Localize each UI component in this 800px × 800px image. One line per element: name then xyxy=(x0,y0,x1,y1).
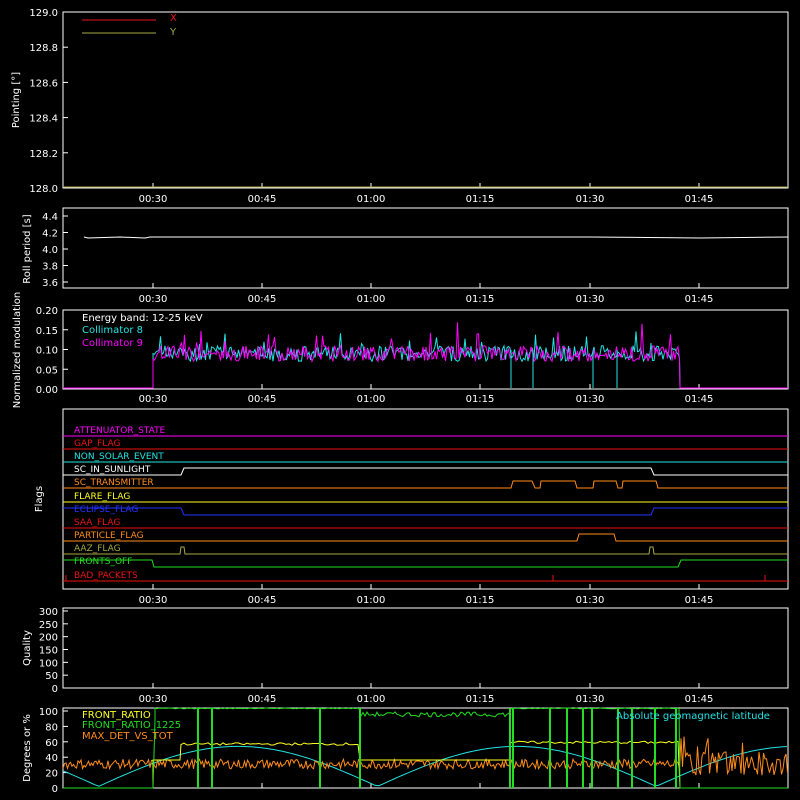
x-tick-label: 01:45 xyxy=(685,394,714,405)
y-tick-label: 0 xyxy=(52,684,58,695)
y-tick-label: 129.0 xyxy=(29,8,58,19)
x-tick-label: 00:45 xyxy=(248,194,277,205)
legend-collimator9: Collimator 9 xyxy=(82,338,143,349)
y-tick-label: 40 xyxy=(45,753,58,764)
x-tick-label: 00:30 xyxy=(139,595,168,606)
y-tick-label: 0.15 xyxy=(36,326,58,337)
flags-ylabel: Flags xyxy=(34,486,45,512)
y-tick-label: 60 xyxy=(45,738,58,749)
x-tick-label: 00:30 xyxy=(139,194,168,205)
flag-label: NON_SOLAR_EVENT xyxy=(74,452,164,462)
x-tick-label: 01:15 xyxy=(466,194,495,205)
y-tick-label: 250 xyxy=(39,620,58,631)
x-tick-label: 00:45 xyxy=(248,595,277,606)
x-tick-label: 01:45 xyxy=(685,694,714,705)
y-tick-label: 128.2 xyxy=(29,149,58,160)
x-tick-label: 00:30 xyxy=(139,694,168,705)
x-tick-label: 00:45 xyxy=(248,394,277,405)
x-tick-label: 01:45 xyxy=(685,294,714,305)
x-tick-label: 01:15 xyxy=(466,394,495,405)
y-tick-label: 3.6 xyxy=(42,278,58,289)
y-tick-label: 0.20 xyxy=(36,306,58,317)
x-tick-label: 00:45 xyxy=(248,294,277,305)
x-tick-label: 01:00 xyxy=(357,194,386,205)
x-tick-label: 01:45 xyxy=(685,194,714,205)
legend-collimator8: Collimator 8 xyxy=(82,325,143,336)
x-tick-label: 00:45 xyxy=(248,694,277,705)
flag-label: SC_IN_SUNLIGHT xyxy=(74,465,151,475)
y-tick-label: 128.0 xyxy=(29,184,58,195)
pointing-ylabel: Pointing [°] xyxy=(11,72,22,128)
x-tick-label: 00:30 xyxy=(139,394,168,405)
legend-max-det: MAX_DET_VS_TOT xyxy=(82,731,174,742)
x-tick-label: 01:30 xyxy=(576,294,605,305)
y-tick-label: 0.05 xyxy=(36,365,58,376)
x-tick-label: 01:00 xyxy=(357,394,386,405)
y-tick-label: 100 xyxy=(39,658,58,669)
x-tick-label: 01:45 xyxy=(685,595,714,606)
flag-label: FRONTS_OFF xyxy=(74,557,132,567)
legend-y-label: Y xyxy=(169,27,177,38)
quality-ylabel: Quality xyxy=(22,630,33,666)
x-tick-label: 01:30 xyxy=(576,394,605,405)
x-tick-label: 01:30 xyxy=(576,194,605,205)
flag-label: FLARE_FLAG xyxy=(74,492,130,502)
x-tick-label: 01:15 xyxy=(466,694,495,705)
y-tick-label: 4.4 xyxy=(42,212,58,223)
y-tick-label: 0.10 xyxy=(36,346,58,357)
y-tick-label: 0 xyxy=(52,784,58,795)
x-tick-label: 01:15 xyxy=(466,595,495,606)
x-tick-label: 01:15 xyxy=(466,294,495,305)
y-tick-label: 300 xyxy=(39,607,58,618)
flag-label: ECLIPSE_FLAG xyxy=(74,505,138,515)
x-tick-label: 01:30 xyxy=(576,595,605,606)
y-tick-label: 4.2 xyxy=(42,229,58,240)
degrees-ylabel: Degrees or % xyxy=(22,714,33,782)
y-tick-label: 128.6 xyxy=(29,78,58,89)
flag-label: PARTICLE_FLAG xyxy=(74,531,144,541)
legend-x-label: X xyxy=(170,13,177,24)
y-tick-label: 4.0 xyxy=(42,245,58,256)
legend-front-ratio-1225: FRONT_RATIO_1225 xyxy=(82,720,181,731)
y-tick-label: 128.8 xyxy=(29,43,58,54)
y-tick-label: 0.00 xyxy=(36,385,58,396)
y-tick-label: 3.8 xyxy=(42,262,58,273)
y-tick-label: 20 xyxy=(45,769,58,780)
x-tick-label: 01:00 xyxy=(357,294,386,305)
flag-label: SAA_FLAG xyxy=(74,518,120,528)
y-tick-label: 50 xyxy=(45,671,58,682)
roll-ylabel: Roll period [s] xyxy=(22,214,33,283)
x-tick-label: 01:00 xyxy=(357,694,386,705)
flag-label: SC_TRANSMITTER xyxy=(74,478,154,488)
y-tick-label: 150 xyxy=(39,646,58,657)
x-tick-label: 01:00 xyxy=(357,595,386,606)
flag-label: ATTENUATOR_STATE xyxy=(74,426,166,436)
flag-label: BAD_PACKETS xyxy=(74,571,138,581)
y-tick-label: 128.4 xyxy=(29,114,58,125)
x-tick-label: 00:30 xyxy=(139,294,168,305)
y-tick-label: 200 xyxy=(39,633,58,644)
y-tick-label: 80 xyxy=(45,722,58,733)
modulation-annotation: Energy band: 12-25 keV xyxy=(82,313,203,324)
modulation-ylabel: Normalized modulation xyxy=(12,292,23,409)
flag-label: GAP_FLAG xyxy=(74,439,120,449)
x-tick-label: 01:30 xyxy=(576,694,605,705)
flag-label: AAZ_FLAG xyxy=(74,544,121,554)
y-tick-label: 100 xyxy=(39,707,58,718)
chart-figure: Pointing [°] 129.0 128.8 128.6 128.4 128.2 12… xyxy=(0,0,800,800)
legend-geomag-lat: Absolute geomagnetic latitude xyxy=(616,711,770,722)
